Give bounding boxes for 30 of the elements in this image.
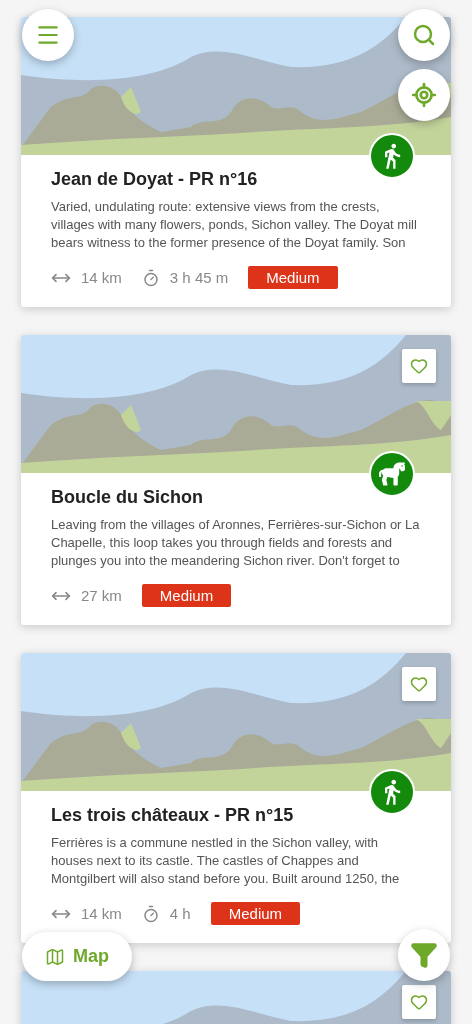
difficulty-badge: Medium — [141, 584, 232, 607]
trail-card[interactable] — [21, 653, 451, 943]
trail-card[interactable] — [21, 335, 451, 625]
distance-text: 14 km — [81, 905, 122, 922]
map-button[interactable]: Map — [22, 932, 132, 981]
filter-icon — [410, 941, 438, 969]
trail-title: Boucle du Sichon — [51, 487, 204, 508]
trail-card[interactable] — [21, 17, 451, 307]
difficulty-badge: Medium — [248, 266, 338, 289]
trail-description: Varied, undulating route: extensive views from the crests, villages with many flowers, ponds, Sichon valley. The Doyat mill bears witness to the former presence of the Doyat family. Son — [51, 198, 418, 252]
favorite-button[interactable] — [402, 667, 436, 701]
map-icon — [45, 946, 65, 967]
duration-text: 4 h — [169, 905, 191, 922]
favorite-button[interactable] — [402, 349, 436, 383]
favorite-button[interactable] — [402, 985, 436, 1019]
timer-icon — [141, 904, 160, 923]
heart-icon — [410, 675, 428, 693]
distance-text: 27 km — [81, 587, 122, 604]
difficulty-badge: Medium — [210, 902, 301, 925]
trail-description: Ferrières is a commune nestled in the Sichon valley, with houses next to its castle. The castles of Chappes and Montgilbert will also stand before you. Built around 1250, the — [51, 834, 401, 888]
trail-title: Jean de Doyat - PR n°16 — [51, 169, 259, 190]
distance-text: 14 km — [81, 269, 122, 286]
trail-title: Les trois châteaux - PR n°15 — [51, 805, 295, 826]
heart-icon — [410, 357, 428, 375]
crosshair-icon — [411, 82, 437, 108]
timer-icon — [141, 268, 160, 287]
duration-text: 3 h 45 m — [169, 269, 229, 286]
heart-icon — [410, 993, 428, 1011]
search-icon — [412, 23, 436, 47]
trail-description: Leaving from the villages of Aronnes, Ferrières-sur-Sichon or La Chapelle, this loop takes you through fields and forests and plunges you into the meandering Sichon river. Don't forget to — [51, 516, 421, 570]
